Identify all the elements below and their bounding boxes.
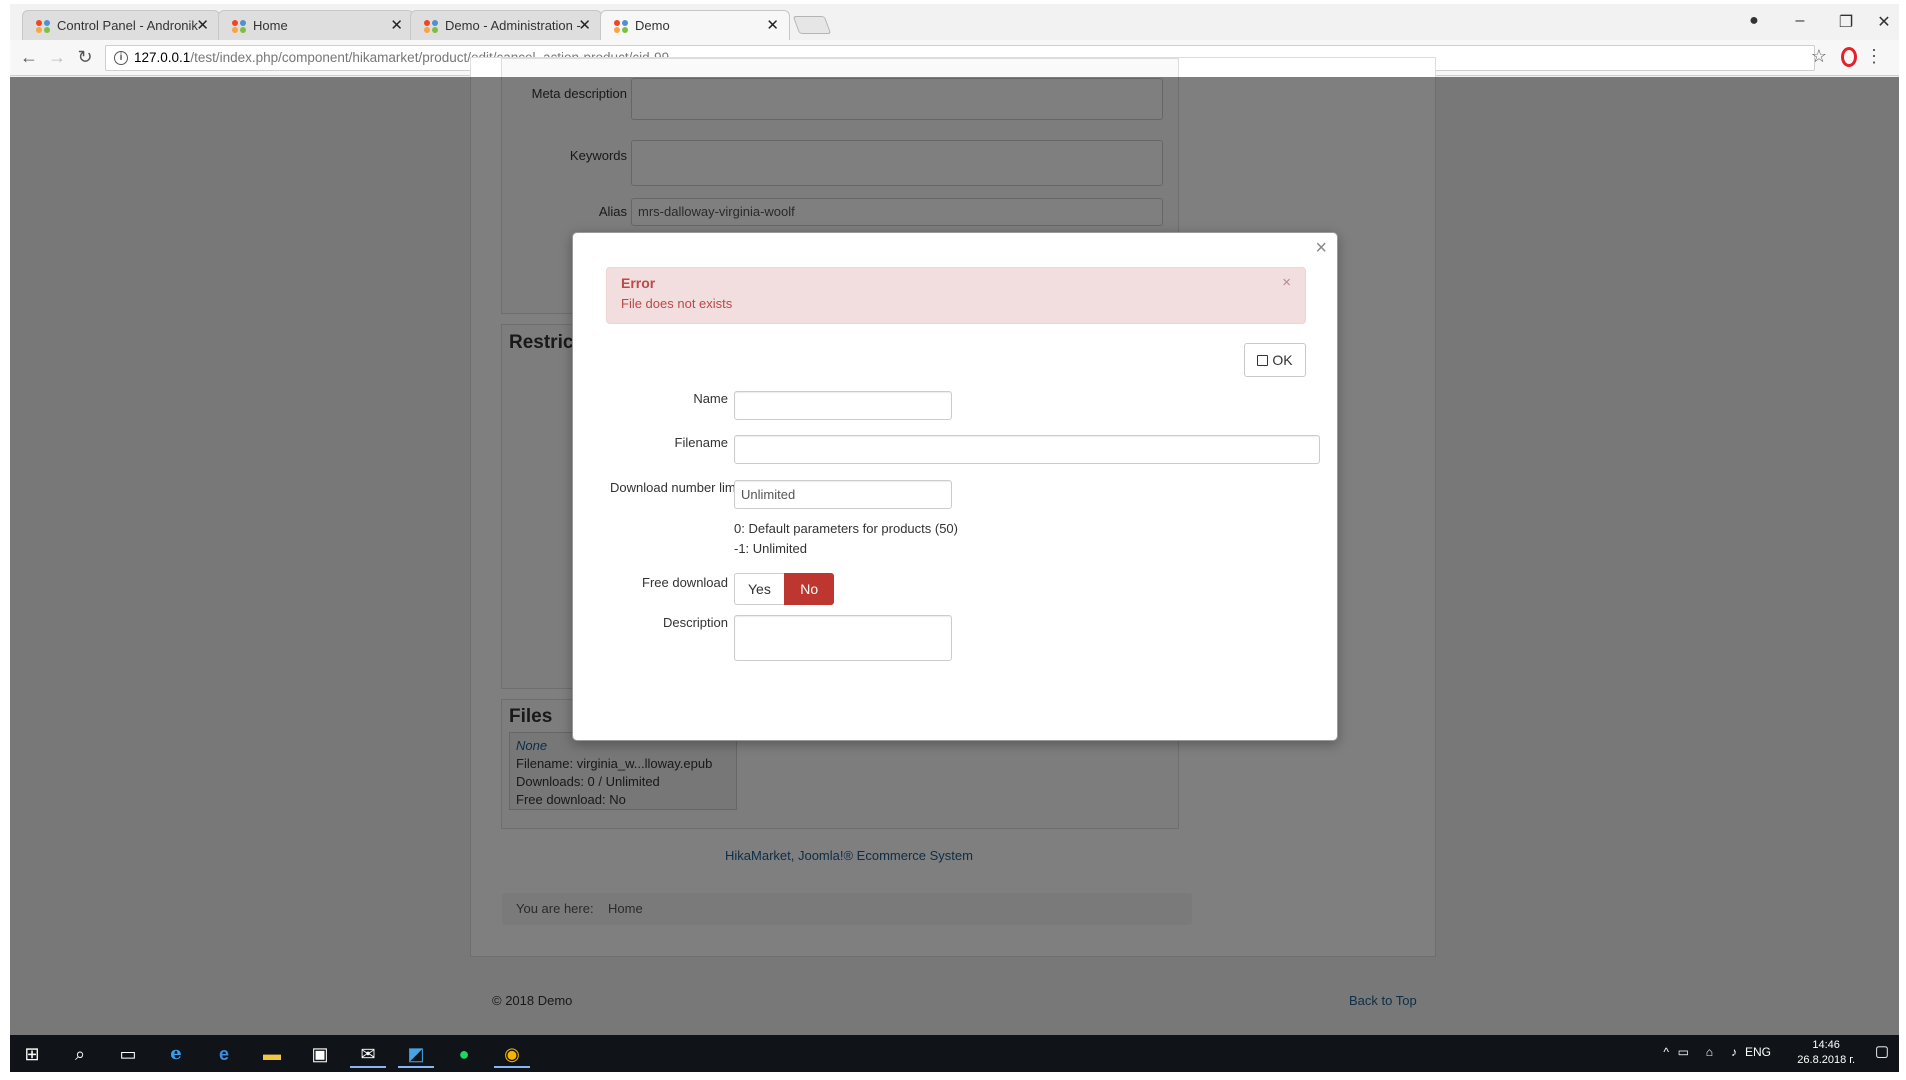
tab-close-icon[interactable]: ✕ xyxy=(766,11,779,40)
download-limit-label: Download number lim xyxy=(610,480,734,495)
file-edit-modal: × Error File does not exists × OK Name F… xyxy=(572,232,1338,741)
free-download-label: Free download xyxy=(642,575,728,590)
edge-icon[interactable]: e xyxy=(206,1040,242,1068)
tray-chevron-icon[interactable]: ^ xyxy=(1663,1045,1669,1059)
free-download-no-button[interactable]: No xyxy=(784,573,835,605)
name-input[interactable] xyxy=(734,391,952,420)
joomla-icon xyxy=(232,20,246,33)
reload-icon[interactable]: ↻ xyxy=(74,47,96,68)
modal-close-icon[interactable]: × xyxy=(1315,237,1327,260)
tab-home[interactable]: Home ✕ xyxy=(218,10,414,40)
action-center-icon[interactable]: ▢ xyxy=(1875,1042,1889,1060)
bookmark-star-icon[interactable]: ☆ xyxy=(1811,46,1827,67)
menu-kebab-icon[interactable]: ⋮ xyxy=(1865,46,1883,67)
filename-label: Filename xyxy=(674,435,728,450)
ok-button[interactable]: OK xyxy=(1244,343,1306,377)
alert-close-icon[interactable]: × xyxy=(1282,274,1291,291)
tray-wifi-icon[interactable]: ⌂ xyxy=(1706,1045,1713,1059)
free-download-toggle: Yes No xyxy=(734,573,835,607)
joomla-icon xyxy=(424,20,438,33)
tray-volume-icon[interactable]: ♪ xyxy=(1731,1045,1737,1059)
save-icon xyxy=(1257,355,1269,366)
file-explorer-icon[interactable]: ▬ xyxy=(254,1040,290,1068)
ok-label: OK xyxy=(1272,352,1293,368)
minimize-icon[interactable]: – xyxy=(1785,12,1815,30)
download-limit-input[interactable]: Unlimited xyxy=(734,480,952,509)
tab-title: Demo - Administration - xyxy=(445,18,581,33)
profile-icon[interactable]: ● xyxy=(1739,12,1769,30)
description-textarea[interactable] xyxy=(734,615,952,661)
app-icon[interactable]: ◩ xyxy=(398,1040,434,1068)
tray-network-icon[interactable]: ▭ xyxy=(1678,1045,1689,1059)
start-icon[interactable]: ⊞ xyxy=(14,1040,50,1068)
browser-tab-strip: Control Panel - Andronik ✕ Home ✕ Demo -… xyxy=(10,4,1899,40)
tab-title: Home xyxy=(253,18,288,33)
search-icon[interactable]: ⌕ xyxy=(62,1040,98,1068)
tab-demo-administration[interactable]: Demo - Administration - ✕ xyxy=(410,10,602,40)
url-host: 127.0.0.1 xyxy=(134,50,191,65)
error-alert: Error File does not exists × xyxy=(606,267,1306,324)
tab-close-icon[interactable]: ✕ xyxy=(578,11,591,40)
back-icon[interactable]: ← xyxy=(18,47,40,68)
free-download-yes-button[interactable]: Yes xyxy=(734,573,785,605)
description-label: Description xyxy=(662,615,728,630)
tab-demo[interactable]: Demo ✕ xyxy=(600,10,790,40)
alert-message: File does not exists xyxy=(621,296,733,311)
info-icon[interactable]: i xyxy=(114,51,128,65)
tab-title: Demo xyxy=(635,18,670,33)
alert-title: Error xyxy=(621,275,656,291)
name-label: Name xyxy=(693,391,728,406)
store-icon[interactable]: ▣ xyxy=(302,1040,338,1068)
mail-icon[interactable]: ✉ xyxy=(350,1040,386,1068)
task-view-icon[interactable]: ▭ xyxy=(110,1040,146,1068)
clock[interactable]: 14:46 26.8.2018 г. xyxy=(1797,1038,1855,1068)
joomla-icon xyxy=(36,20,50,33)
language-indicator[interactable]: ENG xyxy=(1745,1045,1771,1059)
download-limit-help: 0: Default parameters for products (50) … xyxy=(734,519,958,559)
restore-icon[interactable]: ❐ xyxy=(1831,12,1861,32)
help-line-2: -1: Unlimited xyxy=(734,541,807,556)
internet-explorer-icon[interactable]: e xyxy=(158,1040,194,1068)
tab-close-icon[interactable]: ✕ xyxy=(390,11,403,40)
tab-close-icon[interactable]: ✕ xyxy=(196,11,209,40)
new-tab-button[interactable] xyxy=(792,16,832,34)
clock-time: 14:46 xyxy=(1812,1039,1840,1051)
spotify-icon[interactable]: ● xyxy=(446,1040,482,1068)
windows-taskbar: ⊞ ⌕ ▭ e e ▬ ▣ ✉ ◩ ● ◉ ^ ▭ ⌂ ♪ ENG 14:46 … xyxy=(10,1035,1899,1072)
clock-date: 26.8.2018 г. xyxy=(1797,1054,1855,1066)
opera-icon[interactable] xyxy=(1841,47,1857,67)
screen: Control Panel - Andronik ✕ Home ✕ Demo -… xyxy=(10,4,1899,1072)
joomla-icon xyxy=(614,20,628,33)
forward-icon[interactable]: → xyxy=(46,47,68,68)
filename-input[interactable] xyxy=(734,435,1320,464)
tab-control-panel[interactable]: Control Panel - Andronik ✕ xyxy=(22,10,220,40)
chrome-icon[interactable]: ◉ xyxy=(494,1040,530,1068)
help-line-1: 0: Default parameters for products (50) xyxy=(734,521,958,536)
close-window-icon[interactable]: ✕ xyxy=(1869,12,1899,32)
tab-title: Control Panel - Andronik xyxy=(57,18,198,33)
